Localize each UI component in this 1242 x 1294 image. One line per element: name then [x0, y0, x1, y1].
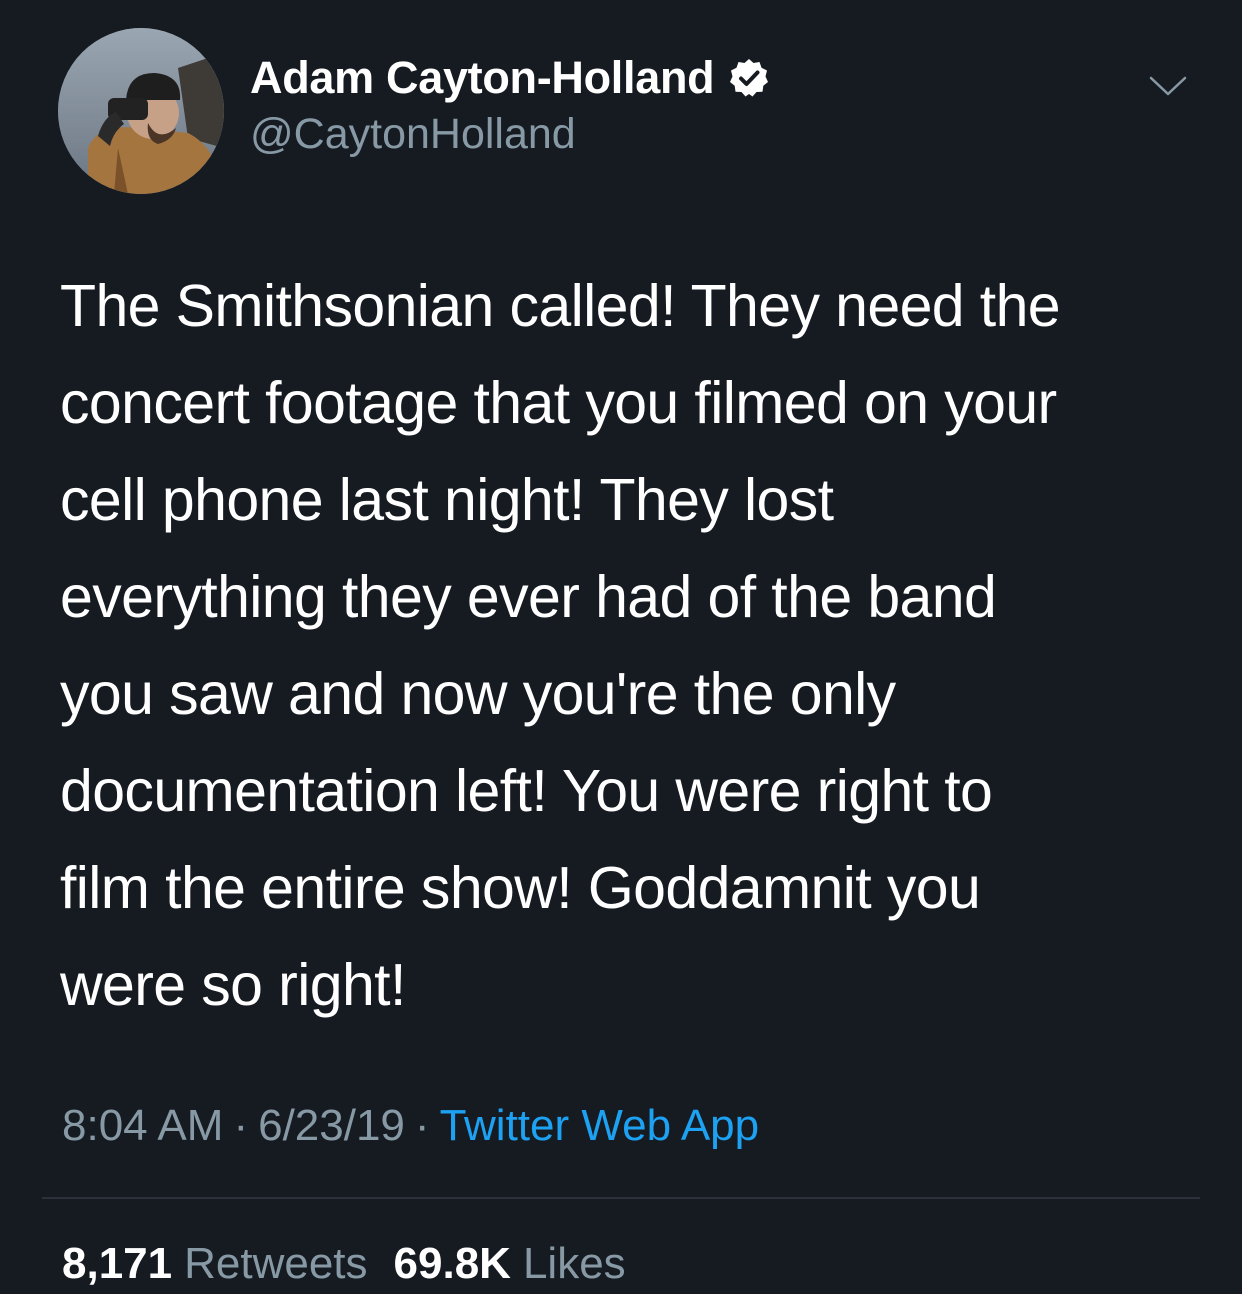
tweet-text-line: cell phone last night! They lost [60, 467, 834, 533]
divider [42, 1197, 1200, 1199]
tweet-menu-button[interactable] [1144, 68, 1192, 104]
tweet-stats: 8,171 Retweets 69.8K Likes [62, 1234, 626, 1294]
likes-label: Likes [522, 1239, 626, 1288]
tweet-text: The Smithsonian called! They need the co… [60, 258, 1190, 1034]
meta-separator: · [414, 1101, 430, 1150]
meta-separator: · [233, 1101, 249, 1150]
tweet-text-line: concert footage that you filmed on your [60, 370, 1057, 436]
tweet-text-line: documentation left! You were right to [60, 758, 993, 824]
avatar[interactable] [58, 28, 224, 194]
tweet-text-line: you saw and now you're the only [60, 661, 896, 727]
tweet-meta: 8:04 AM · 6/23/19 · Twitter Web App [62, 1098, 759, 1154]
tweet-card: Adam Cayton-Holland @CaytonHolland The S… [0, 0, 1242, 1292]
tweet-text-line: The Smithsonian called! They need the [60, 273, 1061, 339]
tweet-source-link[interactable]: Twitter Web App [440, 1101, 760, 1150]
author-name-row[interactable]: Adam Cayton-Holland [250, 50, 770, 106]
tweet-text-line: film the entire show! Goddamnit you [60, 855, 981, 921]
tweet-time[interactable]: 8:04 AM [62, 1101, 223, 1150]
verified-badge-icon [728, 57, 770, 99]
retweets-count: 8,171 [62, 1239, 173, 1288]
author-display-name[interactable]: Adam Cayton-Holland [250, 52, 715, 104]
retweets-label: Retweets [184, 1239, 368, 1288]
tweet-text-line: everything they ever had of the band [60, 564, 997, 630]
retweets-stat[interactable]: 8,171 Retweets [62, 1234, 368, 1294]
author-handle[interactable]: @CaytonHolland [250, 110, 576, 159]
tweet-date[interactable]: 6/23/19 [258, 1101, 405, 1150]
avatar-photo-icon [58, 28, 224, 194]
chevron-down-icon [1149, 76, 1187, 96]
tweet-text-line: were so right! [60, 952, 406, 1018]
likes-stat[interactable]: 69.8K Likes [394, 1234, 626, 1294]
likes-count: 69.8K [393, 1239, 511, 1288]
